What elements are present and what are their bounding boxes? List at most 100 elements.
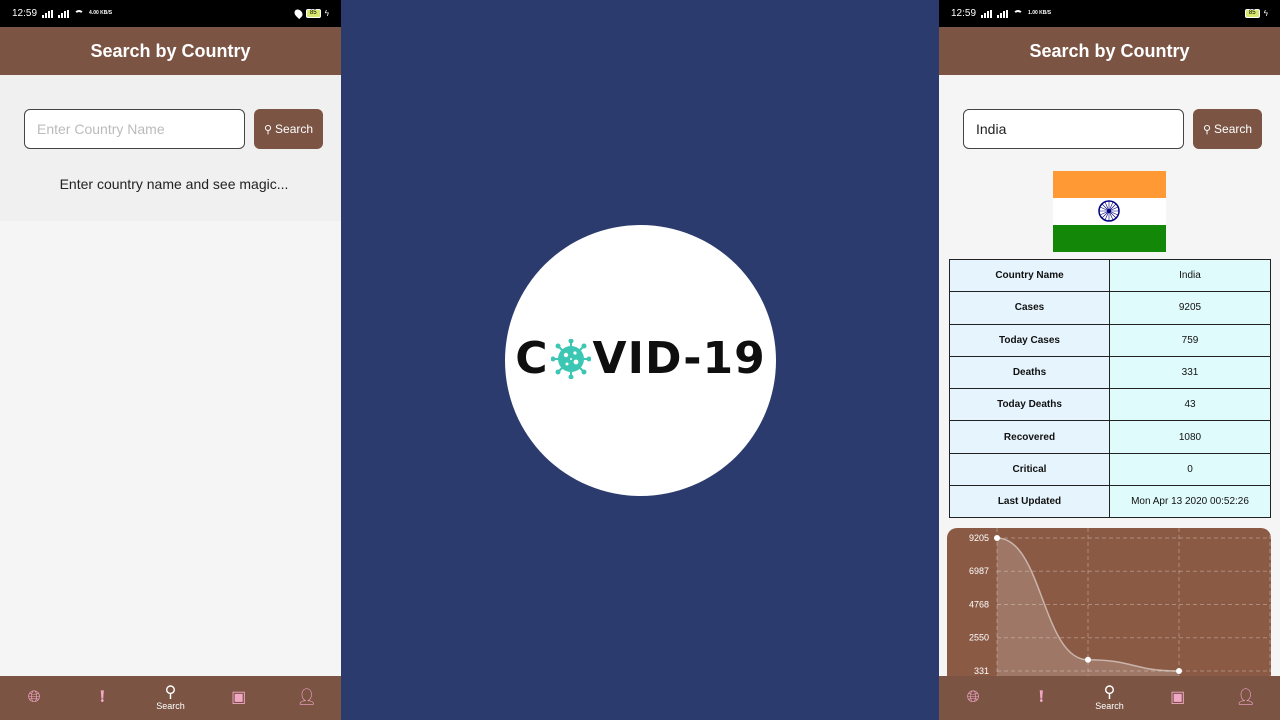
left-screen: 12:59 4.00 KB/S 85 ϟ Search by Country ⚲… — [0, 0, 341, 720]
stats-row: Today Deaths 43 — [949, 388, 1271, 422]
stat-value: India — [1109, 258, 1271, 293]
stats-row: Today Cases 759 — [949, 323, 1271, 357]
stat-label: Country Name — [949, 258, 1110, 293]
globe-icon: 🌐︎ — [27, 689, 41, 706]
y-tick-label: 4768 — [969, 600, 989, 610]
status-bar: 12:59 1.00 KB/S 85 ϟ — [939, 0, 1280, 27]
stats-row: Country Name India — [949, 258, 1271, 293]
country-search-input[interactable] — [24, 109, 245, 149]
search-icon: ⚲ — [164, 684, 177, 701]
search-form: ⚲ Search — [963, 109, 1262, 149]
splash-screen: C VID-19 — [341, 0, 939, 720]
status-time: 12:59 — [951, 8, 977, 19]
right-screen: 12:59 1.00 KB/S 85 ϟ Search by Country ⚲… — [939, 0, 1280, 720]
country-stats-table: Country Name India Cases 9205 Today Cases 759… — [949, 258, 1271, 519]
nav-label: Search — [1095, 701, 1124, 711]
stat-value: 1080 — [1109, 420, 1271, 454]
chart-canvas: 9205 6987 4768 2550 331 — [969, 528, 1271, 688]
wifi-icon — [1013, 9, 1024, 18]
ashoka-chakra-icon — [1098, 200, 1120, 222]
charging-icon: ϟ — [1263, 9, 1268, 18]
search-icon: ⚲ — [1103, 684, 1116, 701]
stat-label: Critical — [949, 452, 1110, 487]
stat-value: 9205 — [1109, 291, 1271, 325]
data-point — [994, 535, 1000, 541]
stat-value: 759 — [1109, 323, 1271, 357]
y-tick-label: 2550 — [969, 633, 989, 643]
stat-label: Recovered — [949, 420, 1110, 454]
nav-item-profile[interactable]: 👤︎ — [1221, 690, 1271, 706]
nav-item-global[interactable]: 🌐︎ — [948, 690, 998, 706]
bottom-nav: 🌐︎ ❗︎ ⚲ Search ▣ 👤︎ — [0, 676, 341, 720]
battery-icon: 85 — [305, 9, 321, 18]
search-button[interactable]: ⚲ Search — [254, 109, 323, 149]
search-button-label: Search — [1214, 122, 1253, 136]
data-point — [1085, 656, 1091, 663]
stats-row: Recovered 1080 — [949, 420, 1271, 454]
search-button-label: Search — [275, 122, 314, 136]
user-icon: 👤︎ — [296, 689, 317, 706]
nav-label: Search — [156, 701, 185, 711]
charging-icon: ϟ — [324, 9, 329, 18]
stat-label: Deaths — [949, 355, 1110, 390]
status-time: 12:59 — [12, 8, 38, 19]
signal-icon — [58, 9, 70, 18]
stat-value: 43 — [1109, 388, 1271, 422]
flag-band-white — [1053, 198, 1166, 225]
stat-value: Mon Apr 13 2020 00:52:26 — [1109, 485, 1271, 519]
globe-icon: 🌐︎ — [966, 689, 980, 706]
cases-chart: 9205 6987 4768 2550 331 — [947, 528, 1271, 688]
page-title: Search by Country — [939, 27, 1280, 75]
nav-item-alerts[interactable]: ❗︎ — [1016, 690, 1066, 706]
wifi-icon — [74, 9, 85, 18]
stats-row: Critical 0 — [949, 452, 1271, 487]
battery-icon: 85 — [1244, 9, 1260, 18]
data-point — [1176, 668, 1182, 674]
country-search-input[interactable] — [963, 109, 1184, 149]
alert-icon: ❗︎ — [100, 689, 105, 706]
nav-item-global[interactable]: 🌐︎ — [9, 690, 59, 706]
nav-item-search[interactable]: ⚲ Search — [1084, 684, 1134, 712]
image-icon: ▣ — [1170, 689, 1186, 706]
image-icon: ▣ — [231, 689, 247, 706]
y-tick-label: 331 — [974, 666, 989, 676]
stat-label: Last Updated — [949, 485, 1110, 519]
flag-band-green — [1053, 225, 1166, 252]
flag-band-saffron — [1053, 171, 1166, 198]
search-icon: ⚲ — [263, 123, 273, 136]
stats-row: Deaths 331 — [949, 355, 1271, 390]
user-icon: 👤︎ — [1235, 689, 1256, 706]
network-speed: 1.00 KB/S — [1028, 10, 1052, 16]
page-title: Search by Country — [0, 27, 341, 75]
network-speed: 4.00 KB/S — [89, 10, 113, 16]
signal-icon — [42, 9, 54, 18]
logo-text-left: C — [515, 333, 549, 384]
stat-value: 331 — [1109, 355, 1271, 390]
virus-icon — [550, 338, 591, 379]
nav-item-search[interactable]: ⚲ Search — [145, 684, 195, 712]
status-bar: 12:59 4.00 KB/S 85 ϟ — [0, 0, 341, 27]
stats-row: Cases 9205 — [949, 291, 1271, 325]
nav-item-profile[interactable]: 👤︎ — [282, 690, 332, 706]
hint-text: Enter country name and see magic... — [59, 176, 289, 192]
stat-value: 0 — [1109, 452, 1271, 487]
y-tick-label: 9205 — [969, 533, 989, 543]
stat-label: Today Cases — [949, 323, 1110, 357]
alert-icon: ❗︎ — [1039, 689, 1044, 706]
nav-item-alerts[interactable]: ❗︎ — [77, 690, 127, 706]
search-button[interactable]: ⚲ Search — [1193, 109, 1262, 149]
country-flag — [1053, 171, 1166, 252]
nav-item-gallery[interactable]: ▣ — [214, 690, 264, 706]
covid-logo: C VID-19 — [505, 225, 776, 496]
signal-icon — [997, 9, 1009, 18]
signal-icon — [981, 9, 993, 18]
y-tick-label: 6987 — [969, 566, 989, 576]
location-icon — [292, 7, 304, 20]
nav-item-gallery[interactable]: ▣ — [1153, 690, 1203, 706]
stat-label: Cases — [949, 291, 1110, 325]
stats-row: Last Updated Mon Apr 13 2020 00:52:26 — [949, 485, 1271, 519]
bottom-nav: 🌐︎ ❗︎ ⚲ Search ▣ 👤︎ — [939, 676, 1280, 720]
search-form: ⚲ Search — [24, 109, 323, 149]
logo-text-right: VID-19 — [592, 333, 766, 384]
stat-label: Today Deaths — [949, 388, 1110, 422]
